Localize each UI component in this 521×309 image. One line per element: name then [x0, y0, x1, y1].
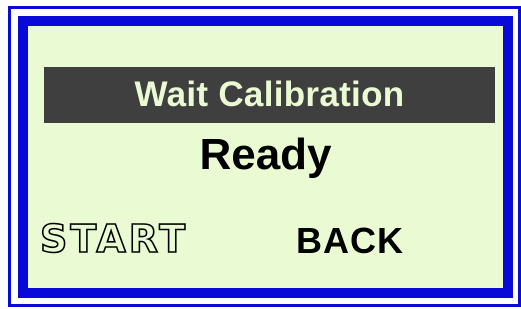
- screen-title: Wait Calibration: [134, 75, 405, 114]
- back-button[interactable]: BACK: [296, 216, 496, 266]
- status-text: Ready: [199, 130, 332, 179]
- start-button[interactable]: START: [39, 214, 240, 264]
- lcd-screen: Wait Calibration Ready START BACK: [18, 16, 513, 298]
- header-bar: Wait Calibration: [44, 67, 495, 123]
- start-button-label: START: [39, 216, 189, 262]
- back-button-label: BACK: [296, 220, 404, 261]
